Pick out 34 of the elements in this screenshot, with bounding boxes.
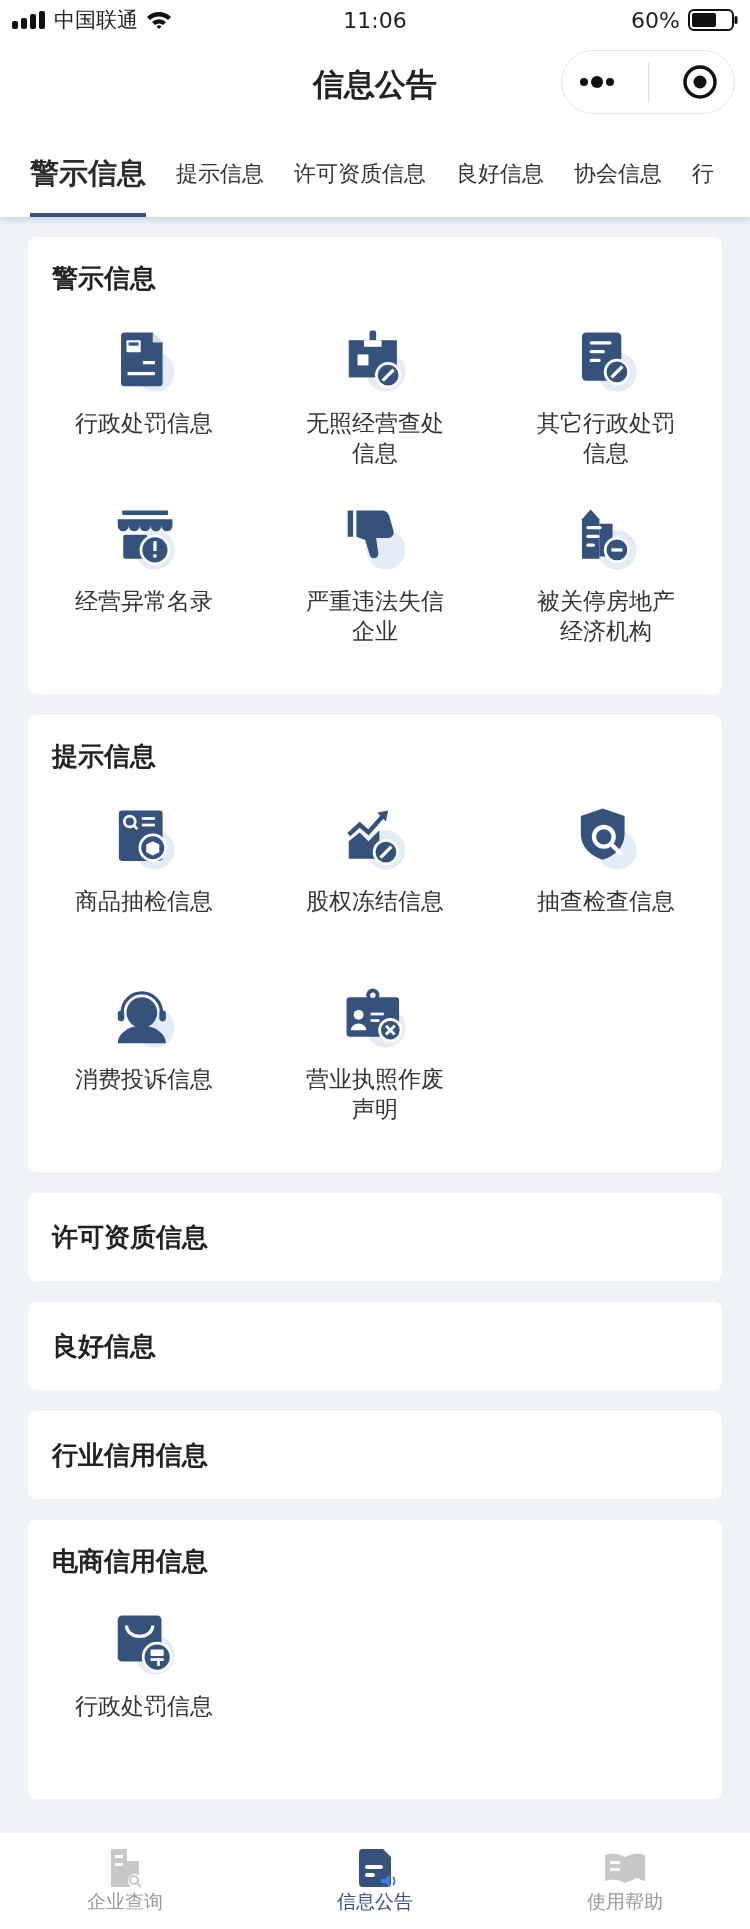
section-title: 警示信息 — [51, 262, 157, 295]
category-link[interactable]: 商品抽检信息 — [74, 886, 213, 916]
section-title: 行业信用信息 — [50, 1438, 208, 1472]
category-link[interactable]: 行政处罚信息 — [74, 1691, 213, 1721]
category-tab[interactable]: 行 — [692, 130, 714, 217]
section-title: 良好信息 — [51, 1329, 156, 1363]
category-link[interactable]: 其它行政处罚信息 — [537, 408, 676, 468]
category-link[interactable]: 营业执照作废声明 — [306, 1064, 444, 1124]
bottom-nav-item[interactable]: 信息公告 — [285, 1847, 465, 1915]
category-link[interactable]: 消费投诉信息 — [74, 1064, 213, 1094]
section-title: 许可资质信息 — [50, 1220, 208, 1254]
category-tab[interactable]: 协会信息 — [574, 130, 662, 217]
carrier-name: 中国联通 — [54, 7, 138, 34]
status-time: 11:06 — [343, 7, 407, 33]
category-tab[interactable]: 良好信息 — [456, 130, 544, 217]
category-tab[interactable]: 警示信息 — [30, 130, 146, 217]
category-link[interactable]: 经营异常名录 — [74, 586, 213, 616]
category-link[interactable]: 抽查检查信息 — [537, 886, 676, 916]
category-link[interactable]: 行政处罚信息 — [74, 408, 213, 438]
category-tab[interactable]: 许可资质信息 — [294, 130, 426, 217]
close-icon[interactable] — [681, 64, 718, 100]
page-title: 信息公告 — [313, 65, 437, 104]
wifi-icon — [146, 10, 172, 30]
category-link[interactable]: 无照经营查处信息 — [306, 408, 444, 468]
signal-icon — [12, 11, 46, 29]
more-icon[interactable] — [578, 75, 615, 89]
category-tab[interactable]: 提示信息 — [176, 130, 264, 217]
category-link[interactable]: 被关停房地产经济机构 — [537, 586, 676, 646]
category-link[interactable]: 严重违法失信企业 — [306, 586, 444, 646]
battery-percent: 60% — [631, 7, 680, 33]
battery-icon — [688, 9, 738, 31]
section-title: 提示信息 — [50, 740, 157, 773]
section-title: 电商信用信息 — [51, 1545, 209, 1578]
category-link[interactable]: 股权冻结信息 — [306, 886, 444, 916]
